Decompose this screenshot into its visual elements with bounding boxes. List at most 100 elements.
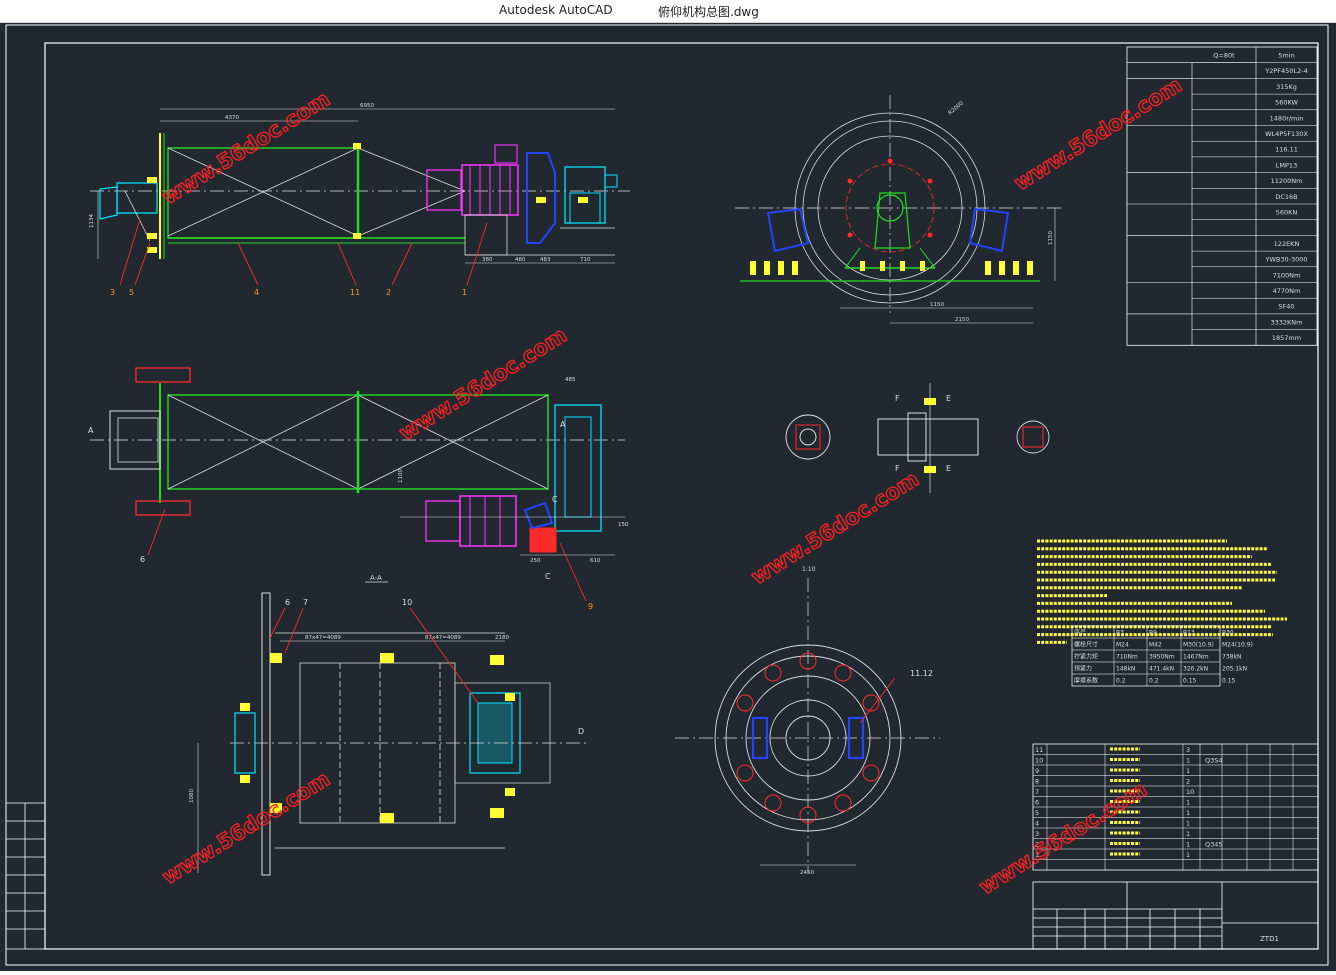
dim-plan-h: 1100 xyxy=(398,469,404,483)
dim-sec-a: 87x47=4089 xyxy=(305,635,341,641)
watermark-5: www.56doc.com xyxy=(158,767,334,889)
cad-canvas[interactable]: 6950 4370 1134 380 480 483 710 3 5 4 11 … xyxy=(0,23,1336,971)
bolt-table-cell: 710Nm xyxy=(1116,654,1138,661)
bolt-table-cell: 摩擦系数 xyxy=(1074,677,1098,685)
param-value-2: 560KW xyxy=(1275,99,1298,107)
param-value-2: 1480r/min xyxy=(1270,114,1304,122)
bom-item-no: 8 xyxy=(1035,778,1039,786)
bolt-table-cell: 1467Nm xyxy=(1183,654,1209,661)
section-label: A-A xyxy=(370,574,382,582)
marker-a-left: A xyxy=(88,426,94,435)
bolt-table: 序号 B3 B9 B13 B30 螺栓尺寸 M24 M42 M30(10.9) M24(10.9)… xyxy=(1071,625,1253,687)
bolt-table-cell: M42 xyxy=(1149,642,1162,649)
dim-plan-right: 150 xyxy=(618,522,629,528)
bolt-table-cell: 148kN xyxy=(1116,666,1135,673)
callout-6-plan: 6 xyxy=(140,555,145,564)
callout-2: 2 xyxy=(386,288,391,297)
dim-h-sheave: 1150 xyxy=(1048,231,1054,245)
param-value-2: 315Kg xyxy=(1276,83,1297,91)
param-value-2: 5min xyxy=(1278,52,1294,60)
param-value-2: WL4P5F130X xyxy=(1265,130,1308,138)
drum-end-view: 1:10 2450 11.12 xyxy=(675,566,940,876)
param-value-2: Y2PF450L2-4 xyxy=(1264,67,1307,75)
dim-plan-top: 485 xyxy=(565,377,576,383)
marker-e-top: E xyxy=(946,394,951,403)
bom-item-no: 3 xyxy=(1035,830,1039,838)
left-revision-block xyxy=(5,802,46,950)
dim-base: 380 xyxy=(482,257,493,263)
bom-item-material: Q3S4 xyxy=(1205,757,1223,765)
technical-notes xyxy=(1037,539,1287,644)
dim-plan-d2: 610 xyxy=(590,558,601,564)
param-value: Q=80t xyxy=(1213,52,1235,60)
bolt-table-cell: 471.4kN xyxy=(1149,666,1174,673)
dim-d1: 480 xyxy=(515,257,526,263)
bolt-table-cell: M24 xyxy=(1116,642,1129,649)
dim-w2: 2150 xyxy=(955,317,969,323)
param-value-2: DC16B xyxy=(1275,193,1297,201)
bom-item-no: 9 xyxy=(1035,767,1039,775)
dim-drum-w: 2450 xyxy=(800,870,814,876)
bolt-table-cell: B30 xyxy=(1222,630,1234,637)
bom-item-qty: 1 xyxy=(1186,767,1190,775)
plan-view: 485 150 250 610 1100 A A C C 6 9 xyxy=(88,367,629,611)
dim-overall: 6950 xyxy=(360,103,374,109)
marker-a-right: A xyxy=(560,420,566,429)
callout-10: 10 xyxy=(402,598,412,607)
drawing-viewport[interactable]: 6950 4370 1134 380 480 483 710 3 5 4 11 … xyxy=(0,23,1336,971)
bom-item-no: 4 xyxy=(1035,820,1039,828)
bom-item-qty: 1 xyxy=(1186,830,1190,838)
param-value-2: 7100Nm xyxy=(1273,271,1301,279)
param-value-2: 3332KNm xyxy=(1271,318,1303,326)
param-value-2: YWB30-3000 xyxy=(1264,256,1307,264)
param-value-2: 11200Nm xyxy=(1271,177,1303,185)
drawing-number: ZTD1 xyxy=(1260,935,1279,943)
bom-item-qty: 1 xyxy=(1186,757,1190,765)
watermarks: www.56doc.com www.56doc.com www.56doc.co… xyxy=(157,72,1186,900)
marker-f-bottom: F xyxy=(895,464,900,473)
param-value-2: 560KN xyxy=(1276,209,1298,217)
callout-7: 7 xyxy=(303,598,308,607)
coupling-detail: F F E E xyxy=(785,383,1050,493)
callout-5: 5 xyxy=(129,288,134,297)
bolt-table-cell: 326.2kN xyxy=(1183,666,1208,673)
dim-w1: 1150 xyxy=(930,302,944,308)
bolt-table-cell: B9 xyxy=(1149,630,1157,637)
file-name: 俯仰机构总图.dwg xyxy=(658,5,759,19)
bolt-table-cell: M30(10.9) xyxy=(1183,642,1214,649)
callout-11: 11 xyxy=(350,288,360,297)
bom-item-qty: 2 xyxy=(1186,778,1190,786)
bolt-table-cell: 3950Nm xyxy=(1149,654,1175,661)
bom-item-no: 7 xyxy=(1035,788,1039,796)
bom-item-qty: 10 xyxy=(1186,788,1194,796)
bolt-table-cell: 螺栓尺寸 xyxy=(1074,641,1098,649)
side-view: R2000 1150 2150 1150 xyxy=(735,95,1065,324)
bolt-table-cell: 序号 xyxy=(1074,629,1086,637)
dim-span: 4370 xyxy=(225,115,239,121)
bom-item-qty: 3 xyxy=(1186,746,1190,754)
bom-table: 11 310 1 Q3S49 18 27 106 15 14 13 12 1 Q3451 1 xyxy=(1032,743,1319,871)
bom-item-material: Q345 xyxy=(1205,841,1223,849)
marker-f-top: F xyxy=(895,394,900,403)
bolt-table-cell: 拧紧力矩 xyxy=(1074,653,1098,661)
bolt-table-cell: 205.1kN xyxy=(1222,666,1247,673)
bolt-table-cell: 预紧力 xyxy=(1074,665,1092,673)
bolt-table-cell: 0.15 xyxy=(1183,678,1197,685)
param-value-2: 122EKN xyxy=(1274,240,1300,248)
dim-plan-d1: 250 xyxy=(530,558,541,564)
window-titlebar: Autodesk AutoCAD 俯仰机构总图.dwg xyxy=(0,0,1336,23)
callout-6-sec: 6 xyxy=(285,598,290,607)
scale-label: 1:10 xyxy=(802,566,816,573)
param-value-2: LMP13 xyxy=(1276,161,1297,169)
marker-c-top: C xyxy=(552,495,558,504)
dim-d3: 710 xyxy=(580,257,591,263)
callout-1: 1 xyxy=(462,288,467,297)
callout-11-12: 11.12 xyxy=(910,669,933,678)
param-value-2: 116.11 xyxy=(1275,146,1298,154)
dim-d2: 483 xyxy=(540,257,551,263)
dim-sec-h: 1080 xyxy=(189,789,195,803)
bom-item-qty: 1 xyxy=(1186,799,1190,807)
dim-sec-c: 2180 xyxy=(495,635,509,641)
bolt-table-cell: 0.15 xyxy=(1222,678,1236,685)
bolt-table-cell: 0.2 xyxy=(1116,678,1126,685)
